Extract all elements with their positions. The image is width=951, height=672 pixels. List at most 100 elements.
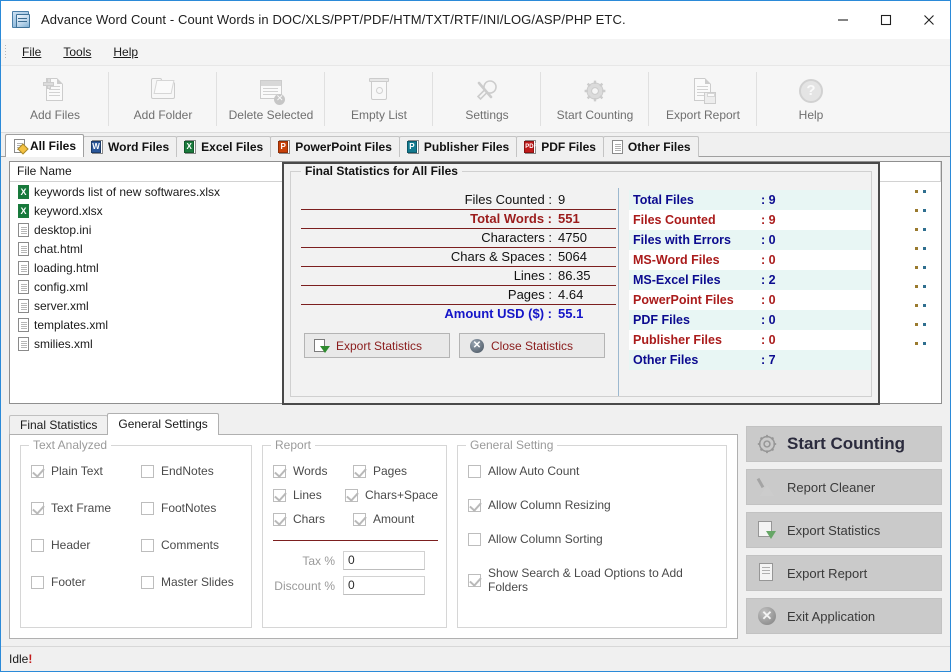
text-file-icon [17,336,30,351]
stat-characters-label: Characters : [481,230,552,245]
excel-file-icon [17,203,30,218]
tax-input[interactable]: 0 [343,551,425,570]
checkbox-footer-label: Footer [51,575,86,589]
menu-tools[interactable]: Tools [52,42,102,62]
tab-publisher-files-label: Publisher Files [423,140,510,154]
checkbox-master-slides[interactable]: Master Slides [141,575,234,589]
tab-powerpoint-files[interactable]: P PowerPoint Files [270,136,400,157]
checkbox-icon [353,464,366,478]
breakdown-powerpoint-files-value: : 0 [761,293,776,307]
breakdown-files-with-errors: Files with Errors : 0 [629,230,871,250]
tab-general-settings[interactable]: General Settings [107,413,219,435]
menu-file[interactable]: File [11,42,52,62]
statistics-group: Final Statistics for All Files Files Cou… [290,164,872,397]
checkbox-icon [468,498,481,512]
export-statistics-action-button[interactable]: Export Statistics [746,512,942,548]
broom-icon [756,476,778,498]
stat-files-counted-value: 9 [558,192,566,207]
checkbox-comments[interactable]: Comments [141,538,219,552]
checkbox-text-frame-label: Text Frame [51,501,112,515]
toolbar-empty-list[interactable]: Empty List [325,66,433,132]
checkbox-pages[interactable]: Pages [353,464,407,478]
breakdown-total-files-value: : 9 [761,193,776,207]
checkbox-allow-column-resizing[interactable]: Allow Column Resizing [468,498,718,512]
checkbox-icon [31,501,44,515]
exit-application-button-label: Exit Application [787,608,876,624]
stat-lines: Lines : 86.35 [301,267,616,286]
toolbar-start-counting[interactable]: Start Counting [541,66,649,132]
toolbar-add-files[interactable]: Add Files [1,66,109,132]
application-window: Advance Word Count - Count Words in DOC/… [0,0,951,672]
action-buttons: Start Counting Report Cleaner Export Sta… [746,426,942,634]
add-folder-icon [148,76,178,106]
toolbar-help[interactable]: ? Help [757,66,865,132]
maximize-button[interactable] [864,1,907,38]
checkbox-chars-space[interactable]: Chars+Space [344,488,438,502]
checkbox-icon [468,532,481,546]
stat-amount-usd-value: 55.1 [558,306,584,321]
checkbox-allow-auto-count[interactable]: Allow Auto Count [468,464,718,478]
list-item-name: templates.xml [34,317,109,332]
checkbox-show-search-load-options[interactable]: Show Search & Load Options to Add Folder… [468,566,718,594]
checkbox-show-search-load-options-label: Show Search & Load Options to Add Folder… [488,566,683,594]
checkbox-lines[interactable]: Lines [273,488,345,502]
minimize-button[interactable] [821,1,864,38]
tab-word-files-label: Word Files [108,140,170,154]
checkbox-chars[interactable]: Chars [273,512,353,526]
breakdown-powerpoint-files-label: PowerPoint Files [633,293,734,307]
breakdown-total-files: Total Files : 9 [629,190,871,210]
close-statistics-button[interactable]: Close Statistics [459,333,605,358]
tab-pdf-files[interactable]: PDF PDF Files [516,136,604,157]
tab-all-files[interactable]: All Files [5,134,85,157]
export-statistics-icon [756,519,778,541]
toolbar-settings[interactable]: Settings [433,66,541,132]
text-file-icon [17,260,30,275]
breakdown-pdf-files-label: PDF Files [633,313,690,327]
exit-application-button[interactable]: Exit Application [746,598,942,634]
stat-chars-spaces: Chars & Spaces : 5064 [301,248,616,267]
checkbox-endnotes[interactable]: EndNotes [141,464,214,478]
list-item-name: desktop.ini [34,222,92,237]
checkbox-footer[interactable]: Footer [31,575,141,589]
checkbox-header[interactable]: Header [31,538,141,552]
toolbar-delete-selected-label: Delete Selected [228,108,314,122]
status-bar: Idle! [1,646,950,671]
tax-label: Tax % [302,553,335,568]
general-setting-title: General Setting [466,438,558,452]
export-report-action-button[interactable]: Export Report [746,555,942,591]
tab-publisher-files[interactable]: P Publisher Files [398,136,518,157]
checkbox-allow-column-sorting[interactable]: Allow Column Sorting [468,532,718,546]
report-divider [273,540,438,541]
column-header-file-name[interactable]: File Name [10,162,286,181]
checkbox-words[interactable]: Words [273,464,353,478]
checkbox-plain-text[interactable]: Plain Text [31,464,141,478]
menu-help[interactable]: Help [102,42,149,62]
checkbox-text-frame[interactable]: Text Frame [31,501,141,515]
close-button[interactable] [907,1,950,38]
toolbar-delete-selected[interactable]: Delete Selected [217,66,325,132]
tab-other-files[interactable]: Other Files [602,136,699,157]
tab-final-statistics[interactable]: Final Statistics [9,415,109,435]
toolbar-empty-list-label: Empty List [350,108,407,122]
breakdown-other-files-label: Other Files [633,353,699,367]
report-title: Report [271,438,316,452]
checkbox-plain-text-label: Plain Text [51,464,103,478]
checkbox-amount[interactable]: Amount [353,512,414,526]
checkbox-icon [141,464,154,478]
help-icon: ? [796,76,826,106]
discount-input[interactable]: 0 [343,576,425,595]
stat-chars-spaces-value: 5064 [558,249,587,264]
export-statistics-button[interactable]: Export Statistics [304,333,450,358]
checkbox-footnotes[interactable]: FootNotes [141,501,216,515]
list-item-name: chat.html [34,241,83,256]
tab-excel-files[interactable]: X Excel Files [176,136,272,157]
start-counting-button[interactable]: Start Counting [746,426,942,462]
stat-total-words: Total Words : 551 [301,210,616,229]
toolbar-add-folder[interactable]: Add Folder [109,66,217,132]
toolbar-export-report-label: Export Report [665,108,741,122]
toolbar-export-report[interactable]: Export Report [649,66,757,132]
empty-list-icon [364,76,394,106]
tab-word-files[interactable]: W Word Files [83,136,178,157]
statistics-dialog-title: Final Statistics for All Files [301,164,462,178]
report-cleaner-button[interactable]: Report Cleaner [746,469,942,505]
